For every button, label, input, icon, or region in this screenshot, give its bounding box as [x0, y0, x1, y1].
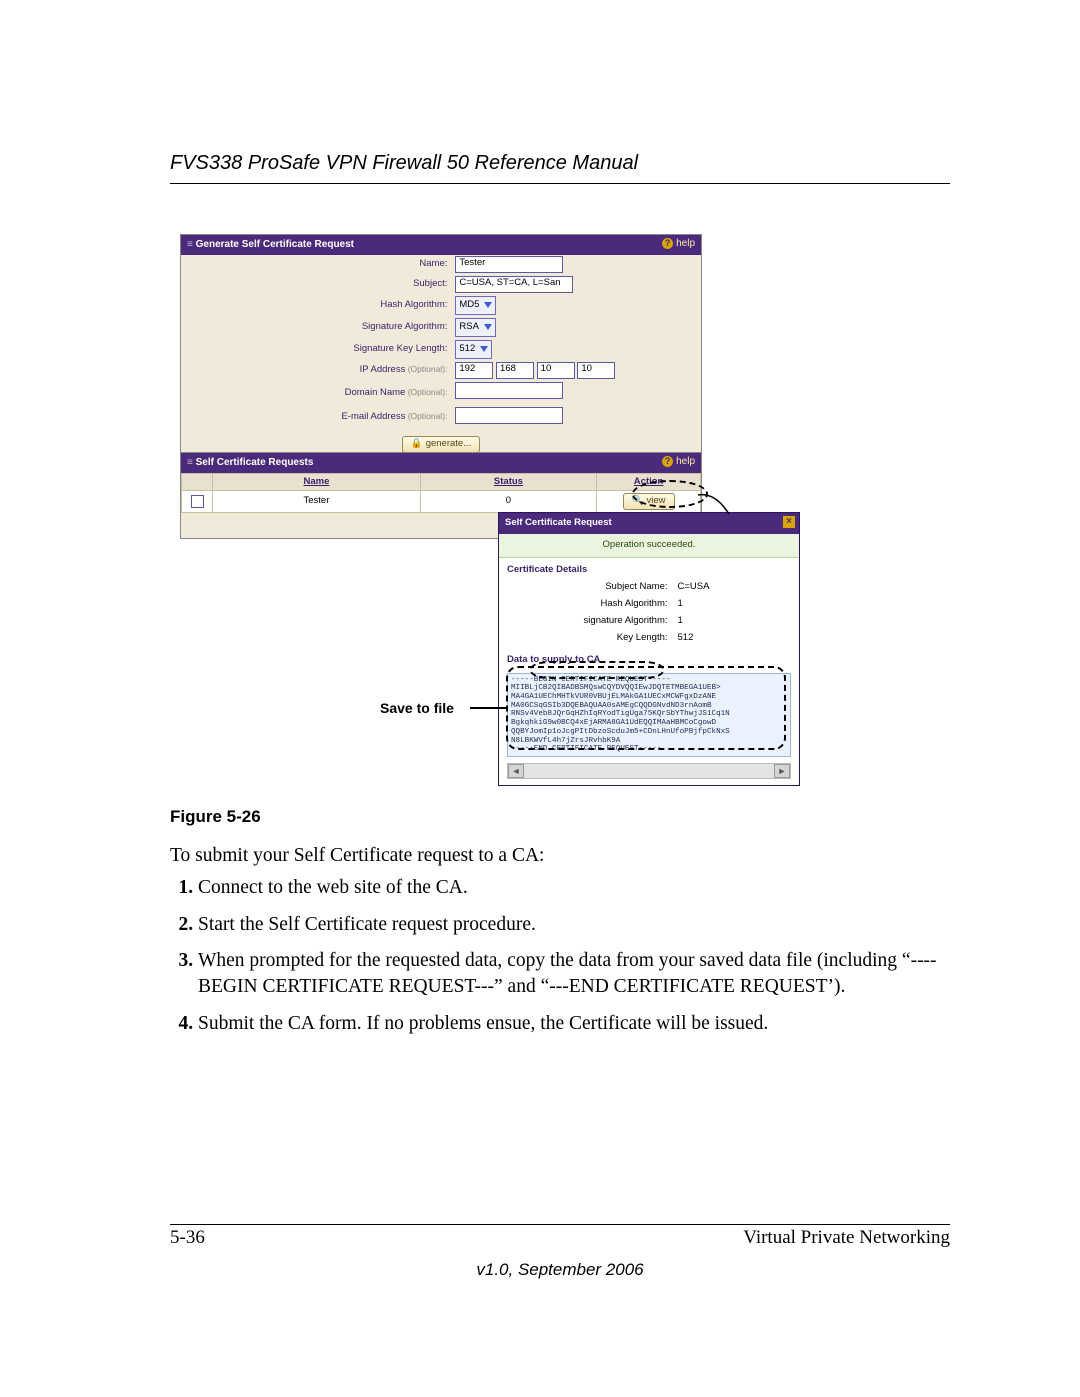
row-checkbox[interactable] — [191, 495, 204, 508]
ip-oct4[interactable]: 10 — [577, 362, 615, 379]
panel2-titlebar: ≡ Self Certificate Requests ?help — [181, 453, 701, 473]
keylen-select[interactable]: 512 — [455, 340, 492, 359]
panel1-titlebar: ≡ Generate Self Certificate Request ?hel… — [181, 235, 701, 255]
figure-caption: Figure 5-26 — [170, 806, 950, 829]
callout-line-save — [470, 707, 506, 709]
det-sig-v: 1 — [674, 614, 797, 629]
header-rule — [170, 183, 950, 184]
close-icon[interactable]: × — [783, 516, 795, 528]
subject-input[interactable]: C=USA, ST=CA, L=San — [455, 276, 573, 293]
figure-area: ≡ Generate Self Certificate Request ?hel… — [170, 234, 950, 794]
doc-header-title: FVS338 ProSafe VPN Firewall 50 Reference… — [170, 150, 950, 177]
hash-label: Hash Algorithm: — [181, 295, 451, 317]
domain-label: Domain Name (Optional): — [181, 381, 451, 406]
det-subject-v: C=USA — [674, 580, 797, 595]
panel1-help-link[interactable]: ?help — [662, 237, 695, 251]
intro-text: To submit your Self Certificate request … — [170, 843, 950, 869]
popup-status: Operation succeeded. — [499, 534, 799, 558]
scroll-left-icon[interactable]: ◄ — [508, 764, 524, 778]
popup-title: Self Certificate Request — [505, 517, 612, 528]
col-name: Name — [213, 473, 421, 491]
step-4: Submit the CA form. If no problems ensue… — [198, 1011, 950, 1037]
step-1: Connect to the web site of the CA. — [198, 875, 950, 901]
det-subject-k: Subject Name: — [501, 580, 672, 595]
steps-list: Connect to the web site of the CA. Start… — [170, 875, 950, 1037]
generate-button[interactable]: 🔒generate... — [402, 436, 480, 453]
page-footer: 5-36 Virtual Private Networking v1.0, Se… — [170, 1224, 950, 1282]
page-number: 5-36 — [170, 1225, 205, 1251]
keylen-label: Signature Key Length: — [181, 339, 451, 361]
name-label: Name: — [181, 255, 451, 275]
help-icon: ? — [662, 456, 673, 467]
det-sig-k: signature Algorithm: — [501, 614, 672, 629]
email-input[interactable] — [455, 407, 563, 424]
cert-form: Name: Tester Subject: C=USA, ST=CA, L=Sa… — [181, 255, 701, 463]
table-row: Tester 0 🔍view — [182, 491, 701, 513]
hash-select[interactable]: MD5 — [455, 296, 496, 315]
generate-icon: 🔒 — [411, 438, 423, 449]
det-hash-v: 1 — [674, 597, 797, 612]
det-key-v: 512 — [674, 631, 797, 646]
panel2-help-link[interactable]: ?help — [662, 455, 695, 469]
doc-version: v1.0, September 2006 — [170, 1259, 950, 1282]
requests-table: Name Status Action Tester 0 🔍view — [181, 473, 701, 514]
help-icon: ? — [662, 238, 673, 249]
ip-label: IP Address (Optional): — [181, 361, 451, 381]
domain-input[interactable] — [455, 382, 563, 399]
ip-oct2[interactable]: 168 — [496, 362, 534, 379]
pem-scrollbar[interactable]: ◄ ► — [507, 763, 791, 779]
row-status: 0 — [420, 491, 596, 513]
popup-titlebar: Self Certificate Request × — [499, 513, 799, 534]
sigalg-select[interactable]: RSA — [455, 318, 496, 337]
ip-oct3[interactable]: 10 — [537, 362, 575, 379]
callout-arrow-view — [695, 492, 735, 518]
det-key-k: Key Length: — [501, 631, 672, 646]
row-name: Tester — [213, 491, 421, 513]
callout-circle-heading — [530, 661, 664, 679]
panel1-title: Generate Self Certificate Request — [196, 239, 354, 250]
sigalg-label: Signature Algorithm: — [181, 317, 451, 339]
step-2: Start the Self Certificate request proce… — [198, 912, 950, 938]
det-hash-k: Hash Algorithm: — [501, 597, 672, 612]
panel2-title: Self Certificate Requests — [196, 457, 314, 468]
cert-details-heading: Certificate Details — [499, 558, 799, 579]
ip-oct1[interactable]: 192 — [455, 362, 493, 379]
subject-label: Subject: — [181, 275, 451, 295]
email-label: E-mail Address (Optional): — [181, 405, 451, 430]
section-name: Virtual Private Networking — [743, 1225, 950, 1251]
step-3: When prompted for the requested data, co… — [198, 948, 950, 1001]
save-to-file-label: Save to file — [380, 699, 454, 718]
generate-cert-panel: ≡ Generate Self Certificate Request ?hel… — [180, 234, 702, 464]
col-status: Status — [420, 473, 596, 491]
scroll-right-icon[interactable]: ► — [774, 764, 790, 778]
name-input[interactable]: Tester — [455, 256, 563, 273]
cert-details-table: Subject Name:C=USA Hash Algorithm:1 sign… — [499, 578, 799, 647]
